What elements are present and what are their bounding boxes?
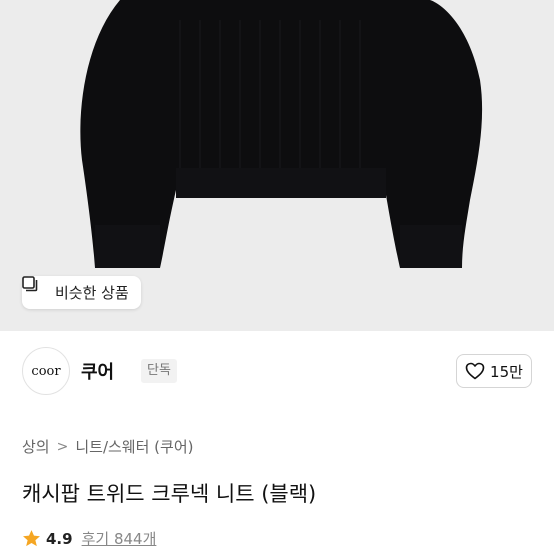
brand-row: coor 쿠어 단독 15만 (22, 347, 532, 395)
similar-products-label: 비슷한 상품 (55, 284, 129, 302)
rating-row: 4.9 후기 844개 (22, 528, 156, 549)
breadcrumb: 상의 > 니트/스웨터 (쿠어) (22, 436, 193, 457)
star-icon (22, 529, 41, 548)
brand-logo-text: coor (31, 363, 61, 379)
gallery-icon (22, 276, 49, 301)
brand-name[interactable]: 쿠어 (81, 358, 114, 384)
similar-products-button[interactable]: 비슷한 상품 (22, 276, 141, 309)
rating-value: 4.9 (46, 529, 73, 548)
reviews-link[interactable]: 후기 844개 (82, 528, 157, 549)
like-button[interactable]: 15만 (456, 354, 532, 388)
heart-outline-icon (465, 362, 485, 380)
product-title: 캐시팝 트위드 크루넥 니트 (블랙) (22, 482, 317, 506)
brand-logo[interactable]: coor (22, 347, 70, 395)
breadcrumb-separator: > (56, 438, 69, 455)
breadcrumb-item-top[interactable]: 상의 (22, 436, 50, 457)
product-image[interactable]: 비슷한 상품 (0, 0, 554, 331)
breadcrumb-item-knit[interactable]: 니트/스웨터 (쿠어) (75, 436, 193, 457)
like-count: 15만 (490, 362, 523, 381)
exclusive-badge: 단독 (141, 359, 177, 383)
